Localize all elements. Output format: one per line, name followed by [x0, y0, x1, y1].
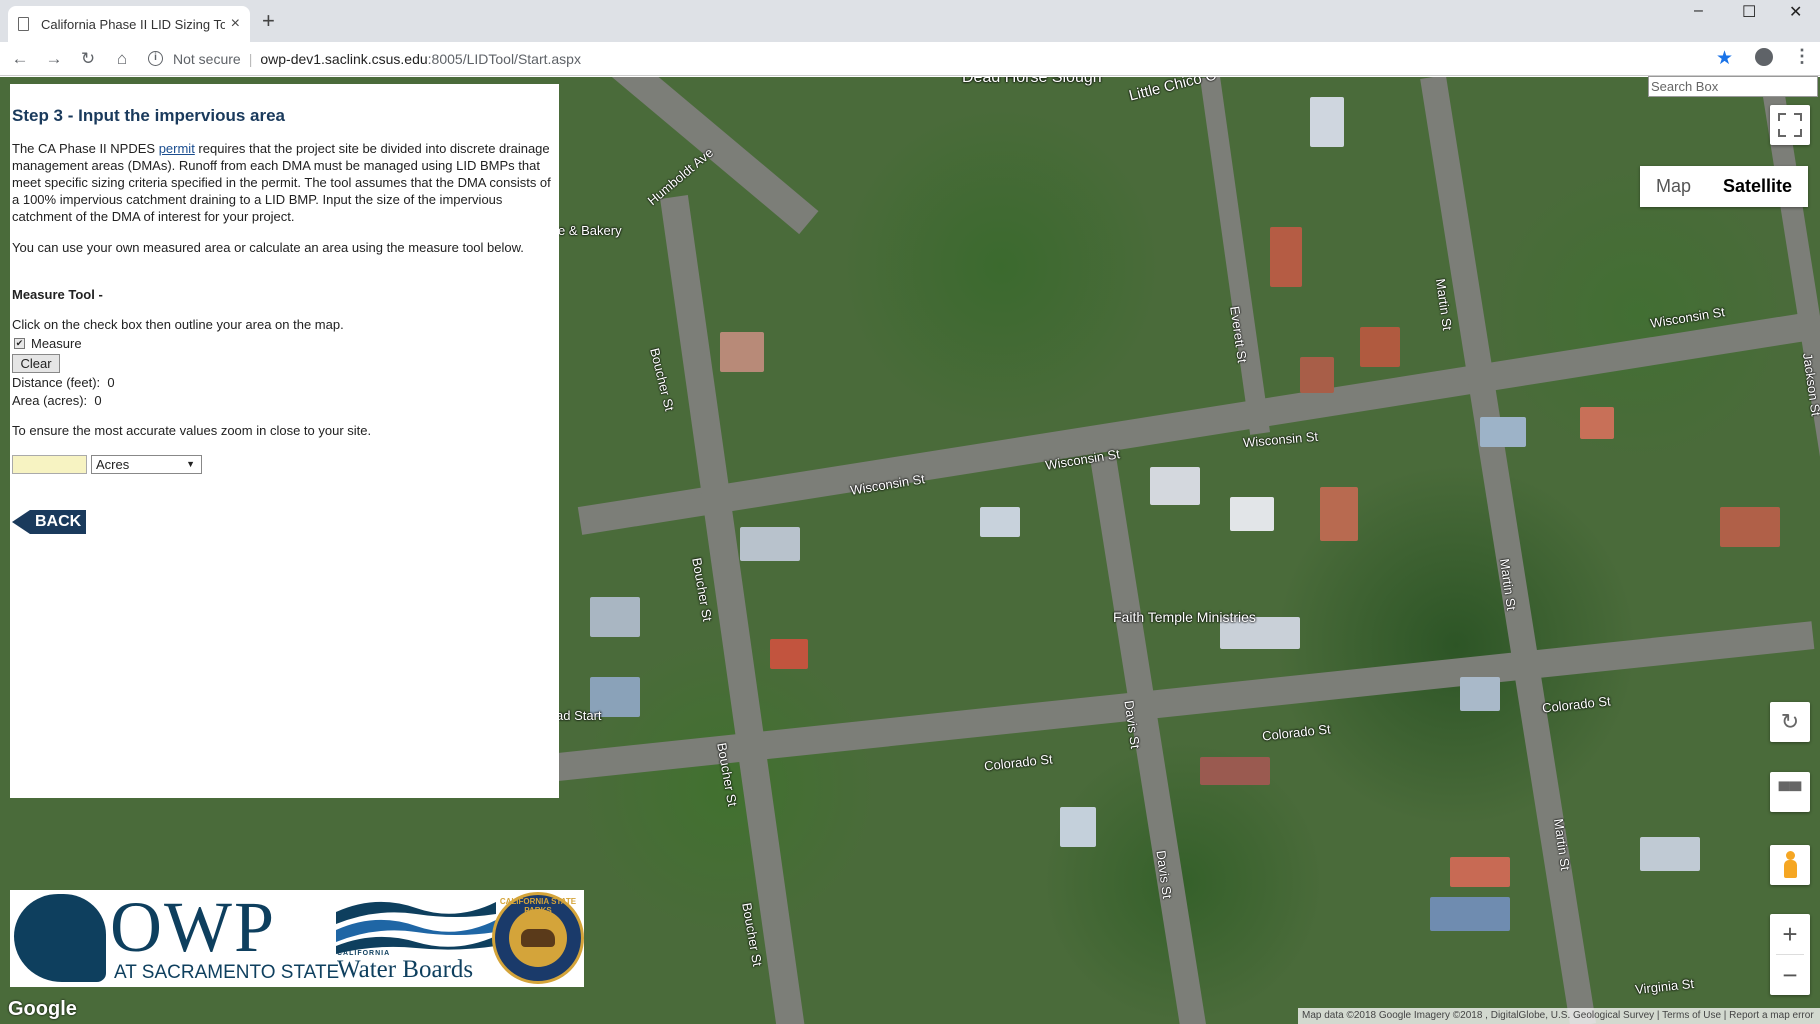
map-type-satellite-button[interactable]: Satellite: [1707, 166, 1808, 207]
map-label-bakery: e & Bakery: [558, 223, 622, 238]
distance-value: 0: [107, 375, 115, 390]
fullscreen-button[interactable]: [1770, 105, 1810, 145]
url-separator: |: [248, 50, 253, 67]
map-type-map-button[interactable]: Map: [1640, 166, 1707, 207]
back-button[interactable]: BACK: [12, 510, 87, 534]
permit-link[interactable]: permit: [159, 141, 195, 156]
distance-readout: Distance (feet): 0: [12, 375, 115, 390]
browser-toolbar: ← → ↻ ⌂ i Not secure | owp-dev1.saclink.…: [0, 42, 1820, 76]
reload-icon[interactable]: ↻: [74, 49, 102, 69]
minimize-button[interactable]: –: [1694, 2, 1703, 20]
step-heading: Step 3 - Input the impervious area: [12, 106, 286, 125]
map-label-head-start: ad Start: [556, 708, 602, 723]
measure-checkbox[interactable]: ✔: [14, 338, 25, 349]
new-tab-button[interactable]: +: [262, 10, 275, 32]
map-label-virginia-st: Virginia St: [1634, 975, 1695, 998]
map-label-dead-horse-slough: Dead Horse Slough: [962, 77, 1102, 86]
browser-tab[interactable]: California Phase II LID Sizing Too ×: [8, 6, 250, 42]
back-arrow-icon: [12, 510, 30, 534]
map-label-martin-st-1: Martin St: [1432, 277, 1456, 332]
forward-arrow-icon[interactable]: →: [40, 49, 68, 69]
page-icon: [18, 17, 29, 31]
owp-logo-icon: [14, 894, 106, 982]
input-panel: Step 3 - Input the impervious area The C…: [10, 84, 559, 798]
area-input[interactable]: [12, 455, 87, 474]
units-select[interactable]: Acres ▼: [91, 455, 202, 474]
measure-tool-label: Measure Tool -: [12, 287, 103, 302]
google-logo: Google: [8, 998, 77, 1020]
back-arrow-icon[interactable]: ←: [6, 49, 34, 69]
browser-tab-strip: California Phase II LID Sizing Too × + –…: [0, 0, 1820, 42]
search-box[interactable]: Search Box: [1648, 76, 1818, 97]
logo-banner: OWP AT SACRAMENTO STATE CALIFORNIA Water…: [10, 890, 584, 987]
water-boards-waves-icon: [336, 901, 496, 954]
water-boards-name: Water Boards: [337, 956, 474, 983]
map-label-colorado-st-3: Colorado St: [1541, 693, 1612, 716]
home-icon[interactable]: ⌂: [108, 49, 136, 69]
map-label-boucher-st-1: Boucher St: [647, 346, 678, 413]
measure-instructions: Click on the check box then outline your…: [12, 317, 344, 332]
tilt-icon[interactable]: ▀▀: [1770, 772, 1810, 812]
security-status: Not secure: [173, 50, 241, 67]
owp-logo-text: OWP: [110, 887, 276, 967]
map-label-colorado-st-1: Colorado St: [983, 751, 1054, 774]
street-view-pegman-icon[interactable]: [1770, 845, 1810, 885]
maximize-button[interactable]: ☐: [1742, 2, 1756, 22]
address-bar[interactable]: i Not secure | owp-dev1.saclink.csus.edu…: [148, 45, 1728, 72]
tab-title: California Phase II LID Sizing Too: [41, 16, 225, 32]
window-close-button[interactable]: ✕: [1789, 2, 1802, 22]
measure-intro-paragraph: You can use your own measured area or ca…: [12, 240, 524, 255]
chevron-down-icon: ▼: [186, 459, 195, 469]
zoom-control: + −: [1770, 914, 1810, 995]
map-label-colorado-st-2: Colorado St: [1261, 721, 1332, 744]
area-readout: Area (acres): 0: [12, 393, 102, 408]
area-value: 0: [94, 393, 102, 408]
clear-button[interactable]: Clear: [12, 354, 60, 373]
rotate-icon[interactable]: ↻: [1770, 702, 1810, 742]
zoom-out-button[interactable]: −: [1770, 955, 1810, 995]
close-tab-icon[interactable]: ×: [231, 15, 240, 33]
map-label-faith-temple: Faith Temple Ministries: [1113, 609, 1256, 625]
state-parks-seal-icon: CALIFORNIA STATE PARKS: [492, 892, 584, 984]
bookmark-star-icon[interactable]: ★: [1716, 47, 1733, 70]
info-icon[interactable]: i: [148, 51, 163, 66]
menu-icon[interactable]: ⋮: [1793, 46, 1811, 67]
url-path: :8005/LIDTool/Start.aspx: [427, 50, 581, 67]
profile-icon[interactable]: [1755, 48, 1773, 66]
measure-checkbox-row: ✔ Measure: [12, 336, 82, 351]
zoom-note: To ensure the most accurate values zoom …: [12, 423, 372, 438]
zoom-in-button[interactable]: +: [1770, 914, 1810, 954]
intro-paragraph: The CA Phase II NPDES permit requires th…: [12, 141, 551, 224]
measure-checkbox-label: Measure: [31, 336, 82, 351]
url-host: owp-dev1.saclink.csus.edu: [260, 50, 428, 67]
map-attribution[interactable]: Map data ©2018 Google Imagery ©2018 , Di…: [1298, 1008, 1820, 1024]
owp-logo-subtitle: AT SACRAMENTO STATE: [114, 962, 340, 983]
map-type-control: Map Satellite: [1640, 166, 1809, 207]
